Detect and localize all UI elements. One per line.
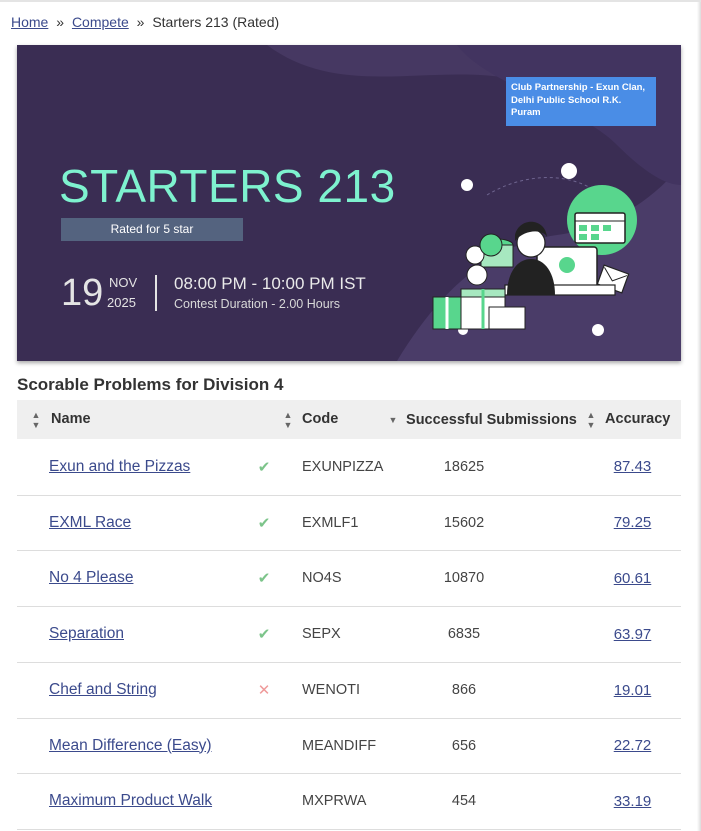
status-cell bbox=[249, 773, 279, 829]
accuracy-link[interactable]: 33.19 bbox=[614, 793, 652, 810]
accuracy-cell: 19.01 bbox=[584, 662, 681, 718]
column-header-label: Accuracy bbox=[605, 411, 671, 428]
contest-title: STARTERS 213 bbox=[59, 160, 396, 212]
section-title: Scorable Problems for Division 4 bbox=[17, 375, 284, 394]
breadcrumb-separator: » bbox=[136, 14, 145, 30]
contest-year: 2025 bbox=[107, 295, 136, 310]
successful-submissions: 6835 bbox=[447, 626, 481, 642]
problem-code: SEPX bbox=[302, 626, 341, 642]
successful-submissions: 656 bbox=[451, 737, 477, 754]
accuracy-link[interactable]: 79.25 bbox=[614, 514, 652, 531]
accuracy-cell: 79.25 bbox=[584, 495, 681, 550]
problem-code: MEANDIFF bbox=[302, 737, 377, 754]
successful-submissions: 18625 bbox=[443, 458, 485, 475]
table-row: Mean Difference (Easy) MEANDIFF 656 22.72 bbox=[17, 718, 681, 773]
rated-badge: Rated for 5 star bbox=[61, 218, 243, 241]
problem-name-cell: Exun and the Pizzas bbox=[17, 439, 249, 495]
problem-name-cell: Maximum Product Walk bbox=[17, 773, 249, 829]
problem-name-link[interactable]: Exun and the Pizzas bbox=[49, 458, 190, 475]
accuracy-link[interactable]: 22.72 bbox=[614, 737, 652, 754]
accuracy-link[interactable]: 63.97 bbox=[614, 626, 652, 643]
column-header-accuracy[interactable]: ▲ ▼ Accuracy bbox=[584, 400, 681, 439]
check-icon: ✔ bbox=[257, 514, 271, 532]
breadcrumb: Home » Compete » Starters 213 (Rated) bbox=[11, 14, 279, 30]
sort-desc-icon: ▼ bbox=[388, 414, 398, 425]
sort-arrows-icon: ▲ ▼ bbox=[31, 409, 41, 430]
breadcrumb-home-link[interactable]: Home bbox=[11, 14, 48, 30]
breadcrumb-separator: » bbox=[56, 14, 65, 30]
column-header-submissions[interactable]: ▼ Successful Submissions bbox=[384, 400, 584, 439]
problem-name-link[interactable]: Mean Difference (Easy) bbox=[49, 737, 212, 754]
accuracy-link[interactable]: 19.01 bbox=[614, 682, 652, 699]
accuracy-cell: 33.19 bbox=[584, 773, 681, 829]
status-cell bbox=[249, 718, 279, 773]
problems-table: ▲ ▼ Name ▲ ▼ Code ▼ Successful Submissions… bbox=[17, 400, 681, 830]
status-cell: ✔ bbox=[249, 550, 279, 606]
table-row: Exun and the Pizzas ✔ EXUNPIZZA 18625 87.43 bbox=[17, 439, 681, 495]
contest-duration: Contest Duration - 2.00 Hours bbox=[174, 297, 341, 311]
problem-name-cell: EXML Race bbox=[17, 495, 249, 550]
top-border bbox=[0, 0, 701, 2]
problem-name-cell: Separation bbox=[17, 606, 249, 662]
problem-name-link[interactable]: Chef and String bbox=[49, 681, 157, 698]
check-icon: ✔ bbox=[257, 626, 271, 643]
column-header-status bbox=[249, 400, 279, 439]
check-icon: ✔ bbox=[257, 570, 271, 587]
status-cell: ✔ bbox=[249, 606, 279, 662]
status-cell: ✕ bbox=[249, 662, 279, 718]
problem-code: WENOTI bbox=[302, 682, 360, 698]
table-row: No 4 Please ✔ NO4S 10870 60.61 bbox=[17, 550, 681, 606]
cross-icon: ✕ bbox=[257, 682, 271, 699]
column-header-label: Successful Submissions bbox=[406, 411, 577, 428]
accuracy-cell: 22.72 bbox=[584, 718, 681, 773]
problem-code: NO4S bbox=[302, 570, 342, 586]
contest-banner: Club Partnership - Exun Clan, Delhi Publ… bbox=[17, 45, 681, 361]
successful-submissions: 866 bbox=[451, 682, 477, 698]
accuracy-link[interactable]: 60.61 bbox=[614, 570, 652, 587]
problem-code: EXUNPIZZA bbox=[302, 458, 384, 475]
contest-day: 19 bbox=[61, 272, 104, 314]
breadcrumb-compete-link[interactable]: Compete bbox=[72, 14, 129, 30]
contest-month: NOV bbox=[109, 275, 138, 290]
table-row: Maximum Product Walk MXPRWA 454 33.19 bbox=[17, 773, 681, 829]
problem-name-link[interactable]: Maximum Product Walk bbox=[49, 792, 212, 809]
date-divider bbox=[155, 275, 157, 311]
accuracy-cell: 63.97 bbox=[584, 606, 681, 662]
table-row: Separation ✔ SEPX 6835 63.97 bbox=[17, 606, 681, 662]
successful-submissions: 454 bbox=[451, 793, 477, 809]
table-row: EXML Race ✔ EXMLF1 15602 79.25 bbox=[17, 495, 681, 550]
column-header-code[interactable]: ▲ ▼ Code bbox=[279, 400, 384, 439]
problem-code: MXPRWA bbox=[302, 793, 367, 809]
successful-submissions: 15602 bbox=[443, 514, 485, 531]
problem-name-cell: Mean Difference (Easy) bbox=[17, 718, 249, 773]
successful-submissions: 10870 bbox=[443, 570, 485, 586]
scroll-edge-shadow bbox=[697, 2, 701, 831]
problem-name-link[interactable]: EXML Race bbox=[49, 514, 131, 531]
status-cell: ✔ bbox=[249, 495, 279, 550]
accuracy-cell: 87.43 bbox=[584, 439, 681, 495]
club-partnership-badge: Club Partnership - Exun Clan, Delhi Publ… bbox=[506, 77, 656, 126]
column-header-label: Code bbox=[302, 411, 339, 428]
table-row: Chef and String ✕ WENOTI 866 19.01 bbox=[17, 662, 681, 718]
table-header-row: ▲ ▼ Name ▲ ▼ Code ▼ Successful Submissions… bbox=[17, 400, 681, 439]
accuracy-link[interactable]: 87.43 bbox=[614, 458, 652, 475]
problem-code: EXMLF1 bbox=[302, 514, 359, 531]
problem-name-link[interactable]: Separation bbox=[49, 625, 124, 642]
problem-name-cell: No 4 Please bbox=[17, 550, 249, 606]
column-header-name[interactable]: ▲ ▼ Name bbox=[17, 400, 249, 439]
problem-name-link[interactable]: No 4 Please bbox=[49, 569, 133, 586]
status-cell: ✔ bbox=[249, 439, 279, 495]
column-header-label: Name bbox=[51, 411, 91, 428]
contest-time: 08:00 PM - 10:00 PM IST bbox=[174, 274, 366, 293]
sort-arrows-icon: ▲ ▼ bbox=[283, 409, 293, 430]
sort-arrows-icon: ▲ ▼ bbox=[586, 409, 596, 430]
check-icon: ✔ bbox=[257, 458, 271, 476]
accuracy-cell: 60.61 bbox=[584, 550, 681, 606]
breadcrumb-current: Starters 213 (Rated) bbox=[152, 14, 280, 30]
problem-name-cell: Chef and String bbox=[17, 662, 249, 718]
